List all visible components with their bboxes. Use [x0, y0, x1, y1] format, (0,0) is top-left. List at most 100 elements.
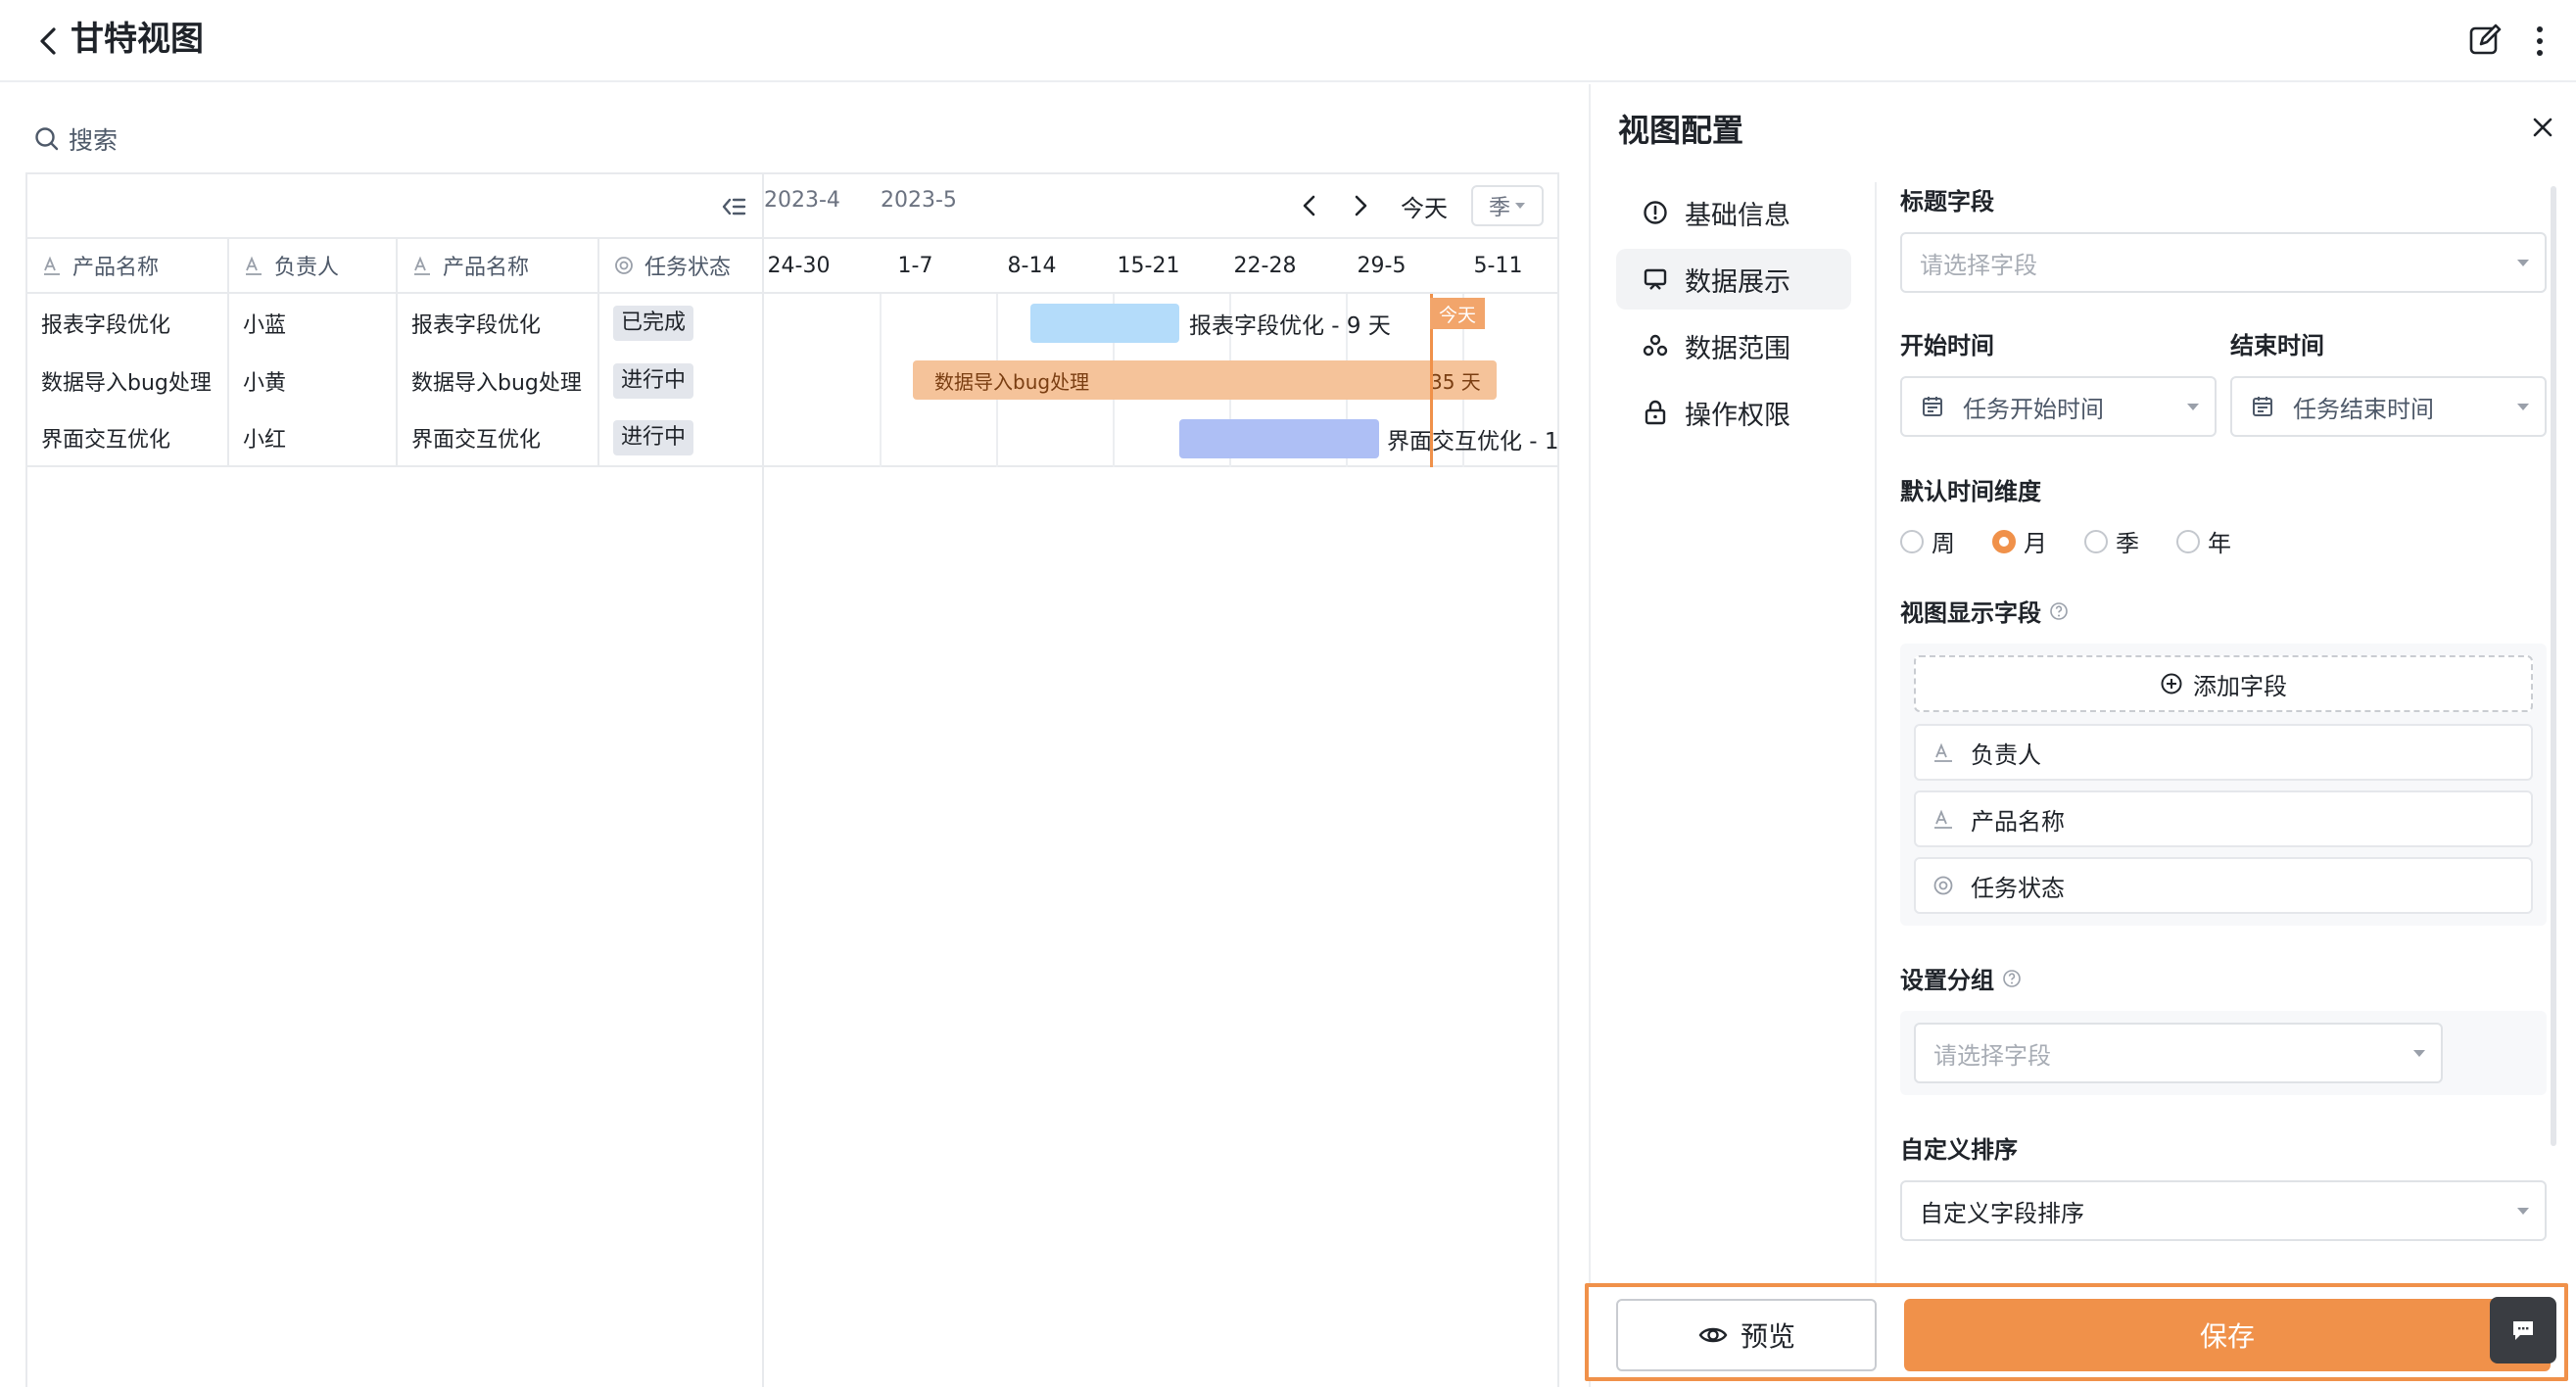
display-field-item[interactable]: 负责人 — [1914, 724, 2533, 781]
search-box[interactable]: 搜索 — [33, 120, 118, 159]
text-field-icon — [1934, 809, 1952, 829]
caret-down-icon — [2187, 404, 2199, 410]
cell-product: 报表字段优化 — [398, 294, 599, 352]
column-header[interactable]: 产品名称 — [27, 239, 229, 292]
info-icon — [1644, 201, 1667, 224]
status-badge: 已完成 — [613, 305, 694, 341]
config-form: 标题字段 请选择字段 开始时间 任务开始时间 结束时间 任务结束时间 默认时间维… — [1900, 182, 2547, 1241]
week-header: 24-30 1-7 8-14 15-21 22-28 29-5 5-11 — [764, 237, 1559, 294]
cell-product: 数据导入bug处理 — [398, 352, 599, 409]
group-select[interactable]: 请选择字段 — [1914, 1023, 2443, 1083]
chevron-right-icon[interactable] — [1344, 189, 1377, 222]
status-badge: 进行中 — [613, 419, 694, 455]
today-button[interactable]: 今天 — [1401, 189, 1448, 223]
edit-icon[interactable] — [2466, 22, 2504, 59]
plus-circle-icon — [2161, 673, 2182, 694]
month-label: 2023-4 — [764, 188, 840, 213]
sort-select[interactable]: 自定义字段排序 — [1900, 1180, 2547, 1241]
gantt-bar[interactable] — [1030, 304, 1179, 343]
close-icon[interactable] — [2527, 112, 2558, 143]
start-time-label: 开始时间 — [1900, 332, 1994, 359]
table-row[interactable]: 数据导入bug处理 小黄 数据导入bug处理 进行中 — [27, 352, 764, 409]
search-icon — [35, 127, 59, 151]
nav-item-permissions[interactable]: 操作权限 — [1616, 382, 1851, 443]
chat-button[interactable] — [2490, 1297, 2556, 1363]
text-field-icon — [246, 256, 262, 275]
gantt-main-area: 搜索 产品名称 负责人 产品名称 任务状态 报表字段优化 小蓝 报表字段优化 已… — [0, 84, 1587, 1387]
week-label: 29-5 — [1357, 253, 1407, 278]
week-label: 5-11 — [1473, 253, 1523, 278]
page-title: 甘特视图 — [71, 20, 204, 59]
panel-title: 视图配置 — [1618, 112, 1744, 149]
title-field-label: 标题字段 — [1900, 188, 1994, 215]
column-header[interactable]: 任务状态 — [599, 239, 764, 292]
nav-divider — [1875, 182, 1877, 1318]
gantt-timeline: 2023-4 2023-5 今天 季 24-30 1-7 8-14 15-21 … — [764, 174, 1559, 1387]
week-label: 15-21 — [1117, 253, 1180, 278]
lock-icon — [1645, 400, 1666, 425]
chevron-left-icon[interactable] — [1293, 189, 1326, 222]
cell-owner: 小蓝 — [229, 294, 398, 352]
top-bar: 甘特视图 — [0, 0, 2576, 82]
nav-item-basic-info[interactable]: 基础信息 — [1616, 182, 1851, 243]
end-time-select[interactable]: 任务结束时间 — [2230, 376, 2547, 437]
eye-icon — [1698, 1327, 1728, 1343]
table-row[interactable]: 界面交互优化 小红 界面交互优化 进行中 — [27, 409, 764, 467]
table-body: 报表字段优化 小蓝 报表字段优化 已完成 数据导入bug处理 小黄 数据导入bu… — [27, 294, 764, 467]
panel-footer: 预览 保存 — [1585, 1283, 2568, 1381]
week-label: 22-28 — [1233, 253, 1297, 278]
time-dimension-label: 默认时间维度 — [1900, 478, 2041, 505]
text-field-icon — [414, 256, 430, 275]
display-field-item[interactable]: 产品名称 — [1914, 790, 2533, 847]
help-icon[interactable] — [2002, 969, 2022, 988]
title-field-select[interactable]: 请选择字段 — [1900, 232, 2547, 293]
calendar-icon — [1923, 397, 1942, 416]
start-time-select[interactable]: 任务开始时间 — [1900, 376, 2217, 437]
caret-down-icon — [2517, 260, 2529, 266]
today-marker-tag: 今天 — [1430, 298, 1485, 329]
add-field-button[interactable]: 添加字段 — [1914, 655, 2533, 712]
table-header: 产品名称 负责人 产品名称 任务状态 — [27, 237, 764, 294]
collapse-panel-icon[interactable] — [719, 192, 748, 221]
caret-down-icon — [1515, 203, 1525, 209]
radio-month[interactable]: 月 — [1992, 524, 2047, 558]
chevron-left-icon[interactable] — [29, 22, 69, 61]
radio-quarter[interactable]: 季 — [2084, 524, 2139, 558]
table-row[interactable]: 报表字段优化 小蓝 报表字段优化 已完成 — [27, 294, 764, 352]
column-header[interactable]: 负责人 — [229, 239, 398, 292]
status-field-icon — [615, 257, 633, 274]
grid-line — [880, 294, 882, 467]
display-fields-label: 视图显示字段 — [1900, 594, 2547, 628]
text-field-icon — [1934, 742, 1952, 762]
help-icon[interactable] — [2049, 601, 2069, 621]
time-scale-select[interactable]: 季 — [1471, 185, 1544, 226]
display-fields-box: 添加字段 负责人 产品名称 任务状态 — [1900, 644, 2547, 926]
display-field-item[interactable]: 任务状态 — [1914, 857, 2533, 914]
cell-status: 进行中 — [599, 352, 764, 409]
preview-button[interactable]: 预览 — [1616, 1299, 1877, 1371]
panel-scrollbar[interactable] — [2551, 186, 2556, 1146]
radio-week[interactable]: 周 — [1900, 524, 1955, 558]
nav-item-data-display[interactable]: 数据展示 — [1616, 249, 1851, 310]
cell-name: 界面交互优化 — [27, 409, 229, 465]
config-side-nav: 基础信息 数据展示 数据范围 操作权限 — [1616, 182, 1851, 449]
end-time-label: 结束时间 — [2230, 332, 2324, 359]
column-header[interactable]: 产品名称 — [398, 239, 599, 292]
caret-down-icon — [2517, 404, 2529, 410]
timeline-nav: 今天 季 — [1293, 185, 1544, 226]
radio-year[interactable]: 年 — [2176, 524, 2231, 558]
cell-name: 数据导入bug处理 — [27, 352, 229, 409]
gantt-bar-duration: 35 天 — [1430, 370, 1481, 394]
task-table: 产品名称 负责人 产品名称 任务状态 报表字段优化 小蓝 报表字段优化 已完成 … — [27, 174, 764, 1387]
gantt-bar-label: 界面交互优化 - 1 — [1387, 429, 1559, 454]
chat-icon — [2513, 1321, 2533, 1340]
gantt-bar[interactable] — [1179, 419, 1379, 458]
gantt-bar-label: 报表字段优化 - 9 天 — [1189, 313, 1391, 339]
search-label: 搜索 — [69, 126, 119, 155]
week-label: 24-30 — [767, 253, 831, 278]
more-vertical-icon[interactable] — [2525, 22, 2554, 61]
scope-icon — [1643, 334, 1668, 357]
nav-item-data-scope[interactable]: 数据范围 — [1616, 315, 1851, 376]
save-button[interactable]: 保存 — [1904, 1299, 2551, 1371]
cell-status: 进行中 — [599, 409, 764, 465]
